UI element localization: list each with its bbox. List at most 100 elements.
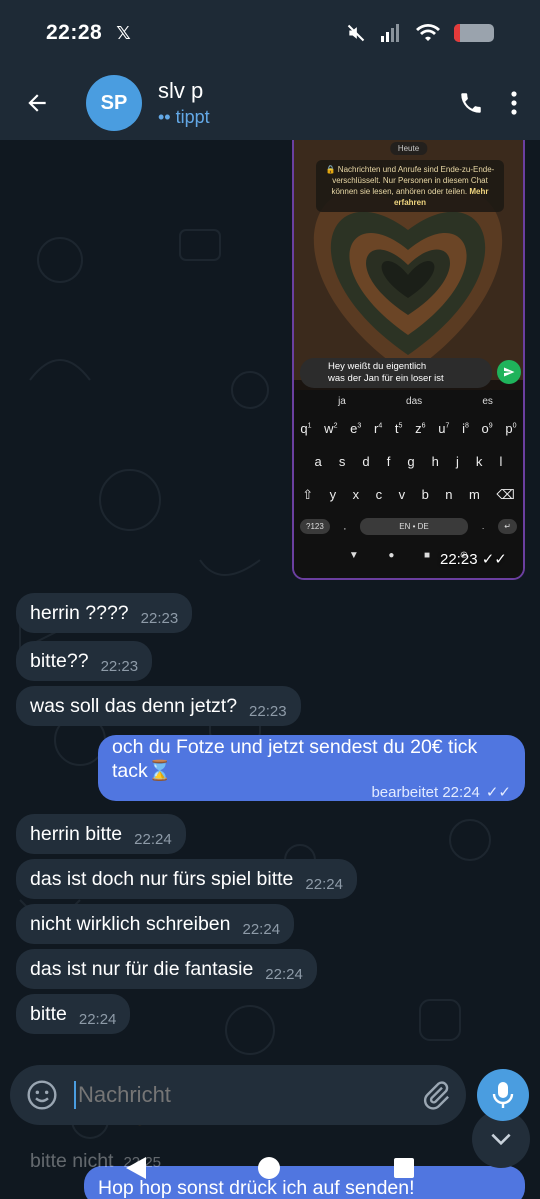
message-text: was soll das denn jetzt?: [30, 694, 238, 717]
clock: 22:28: [46, 21, 103, 44]
mute-icon: [347, 24, 365, 42]
key-char: k: [475, 454, 483, 469]
key-char: v: [398, 487, 406, 502]
back-button[interactable]: [2, 90, 72, 116]
contact-name: slv p: [158, 78, 204, 103]
keyboard-key: j: [456, 454, 459, 469]
incoming-message[interactable]: herrin bitte 22:24: [16, 814, 186, 854]
incoming-message[interactable]: das ist nur für die fantasie 22:24: [16, 949, 317, 989]
key-number-hint: 4: [378, 422, 383, 430]
incoming-message[interactable]: was soll das denn jetzt? 22:23: [16, 686, 301, 726]
draft-line-2: was der Jan für ein loser ist: [328, 373, 444, 384]
message-text: och du Fotze und jetzt sendest du 20€ ti…: [112, 736, 478, 782]
message-text: das ist nur für die fantasie: [30, 957, 254, 980]
nav-back-button[interactable]: [125, 1156, 147, 1180]
key-char: b: [421, 487, 429, 502]
keyboard-key: t5: [395, 421, 403, 436]
key-char: g: [407, 454, 415, 469]
microphone-icon: [492, 1082, 514, 1108]
shared-screenshot-image[interactable]: Heute 🔒 Nachrichten und Anrufe sind Ende…: [292, 140, 525, 580]
key-char: h: [431, 454, 439, 469]
key-number-hint: 3: [357, 422, 362, 430]
draft-input: Hey weißt du eigentlich was der Jan für …: [300, 358, 492, 388]
signal-icon: [381, 24, 399, 42]
incoming-message[interactable]: herrin ???? 22:23: [16, 593, 193, 633]
incoming-message[interactable]: bitte 22:24: [16, 994, 131, 1034]
keyboard-key: f: [387, 454, 391, 469]
keyboard-key: u7: [438, 421, 449, 436]
keyboard-key: ■: [424, 550, 430, 561]
message-text: bitte??: [30, 649, 89, 672]
incoming-message[interactable]: bitte?? 22:23: [16, 641, 153, 681]
keyboard-key: o9: [482, 421, 493, 436]
send-icon: [497, 360, 521, 384]
keyboard-key: ▼: [349, 550, 359, 561]
emoji-button[interactable]: [26, 1079, 58, 1111]
key-char: d: [362, 454, 370, 469]
keyboard-key: b: [422, 487, 429, 502]
nav-home-button[interactable]: [258, 1157, 280, 1179]
key-char: x: [352, 487, 360, 502]
message-time: 22:23: [140, 609, 179, 627]
space-key: EN • DE: [360, 517, 469, 535]
key-number-hint: 5: [398, 422, 403, 430]
keyboard-key: s: [339, 454, 346, 469]
keyboard-key: h: [432, 454, 439, 469]
image-timestamp: 22:23 ✓✓: [440, 550, 507, 568]
attach-button[interactable]: [420, 1079, 452, 1111]
keyboard-key: d: [362, 454, 369, 469]
keyboard-key: m: [469, 487, 480, 502]
key-number-hint: 8: [464, 422, 469, 430]
message-time: 22:23: [249, 702, 287, 720]
keyboard-key: es: [482, 396, 493, 407]
double-check-icon: ✓✓: [481, 551, 507, 568]
key-char: ■: [424, 549, 431, 561]
key-char: ▼: [348, 549, 359, 561]
key-char: o: [481, 421, 489, 436]
key-char: ja: [338, 395, 346, 407]
key-char: es: [482, 395, 493, 407]
keyboard-key: v: [399, 487, 406, 502]
key-char: m: [469, 487, 480, 502]
typing-label: tippt: [175, 107, 210, 127]
nav-recents-button[interactable]: [394, 1158, 414, 1178]
key-number-hint: 2: [333, 422, 338, 430]
outgoing-message[interactable]: och du Fotze und jetzt sendest du 20€ ti…: [98, 735, 525, 801]
key-char: ●: [388, 549, 395, 561]
x-logo-icon: 𝕏: [116, 22, 131, 43]
key-char: w: [324, 421, 334, 436]
keyboard-key: k: [476, 454, 483, 469]
key-number-hint: 1: [307, 422, 312, 430]
incoming-message[interactable]: das ist doch nur fürs spiel bitte 22:24: [16, 859, 357, 899]
keyboard-key: ⌫: [496, 487, 514, 503]
phone-call-button[interactable]: [458, 90, 484, 116]
voice-message-button[interactable]: [477, 1069, 529, 1121]
keyboard-key: g: [407, 454, 414, 469]
keyboard-key: ●: [388, 550, 394, 561]
incoming-message[interactable]: nicht wirklich schreiben 22:24: [16, 904, 295, 944]
image-time: 22:23: [440, 551, 478, 568]
key-char: f: [386, 454, 391, 469]
key-char: p: [505, 421, 513, 436]
avatar[interactable]: SP: [86, 75, 142, 131]
typing-status: •• tippt: [158, 107, 210, 128]
chat-area[interactable]: Heute 🔒 Nachrichten und Anrufe sind Ende…: [0, 140, 540, 1199]
chat-title-block[interactable]: slv p •• tippt: [158, 78, 210, 128]
key-char: ⌫: [496, 486, 515, 502]
keyboard-key: c: [376, 487, 383, 502]
message-time: 22:24: [78, 1010, 117, 1028]
comma-key: ,: [343, 521, 347, 531]
more-menu-button[interactable]: [510, 90, 518, 116]
key-char: s: [338, 454, 346, 469]
message-meta: bearbeitet 22:24 ✓✓: [371, 783, 511, 802]
key-char: n: [445, 487, 453, 502]
key-row-2: asdfghjkl: [294, 445, 523, 478]
keyboard-key: ja: [338, 396, 346, 407]
key-number-hint: 0: [512, 422, 517, 430]
keyboard-key: l: [499, 454, 502, 469]
keyboard-key: a: [315, 454, 322, 469]
keyboard-key: q1: [300, 421, 311, 436]
key-row-bottom: ?123 , EN • DE . ↵: [294, 511, 523, 541]
message-input[interactable]: [74, 1081, 420, 1109]
edited-time: bearbeitet 22:24: [371, 783, 480, 801]
